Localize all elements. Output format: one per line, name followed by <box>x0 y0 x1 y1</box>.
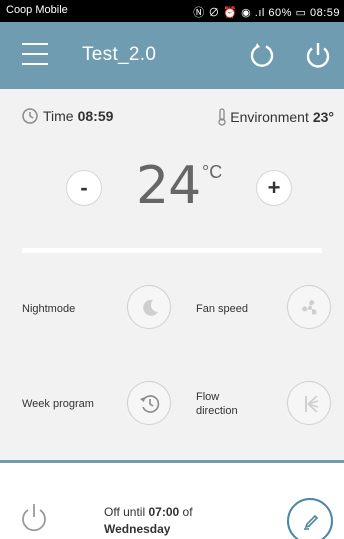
fan-icon <box>302 300 317 315</box>
power-icon[interactable] <box>303 40 333 70</box>
time-value: 08:59 <box>77 108 114 124</box>
schedule-status: Off until 07:00 of Wednesday <box>104 504 274 538</box>
flow-direction-button[interactable] <box>287 381 331 425</box>
off-day: Wednesday <box>104 522 171 536</box>
temperature-unit: °C <box>202 162 223 182</box>
setpoint-temperature: 24 <box>136 156 201 216</box>
environment-value: 23° <box>312 109 334 125</box>
week-program-button[interactable] <box>127 381 171 425</box>
status-bar: Coop Mobile Ⓝ ∅ ⏰ ◉ .ıl 60% ▭ 08:59 <box>0 0 344 22</box>
clock-icon <box>22 108 38 124</box>
device-title: Test_2.0 <box>82 44 157 65</box>
battery-icon: ▭ <box>295 7 307 19</box>
flow-direction-label: Flow direction <box>196 390 238 418</box>
refresh-icon[interactable] <box>247 40 277 70</box>
flow-direction-label-line2: direction <box>196 405 238 417</box>
flow-direction-icon <box>305 395 319 413</box>
battery-percent: 60% <box>268 7 292 19</box>
app-bar: Test_2.0 <box>0 22 344 89</box>
increase-temperature-button[interactable]: + <box>256 170 292 206</box>
status-indicator-icons: Ⓝ ∅ ⏰ ◉ .ıl <box>193 7 265 19</box>
environment-label: Environment <box>230 109 309 125</box>
off-of: of <box>182 505 193 519</box>
off-time: 07:00 <box>148 505 180 519</box>
moon-icon <box>143 299 158 316</box>
nightmode-button[interactable] <box>127 285 171 329</box>
week-program-icon <box>140 395 160 413</box>
week-program-label: Week program <box>22 398 94 410</box>
edit-schedule-button[interactable] <box>287 498 333 539</box>
decrease-temperature-button[interactable]: - <box>66 170 102 206</box>
fan-speed-label: Fan speed <box>196 303 248 315</box>
off-text: Off until <box>104 505 146 519</box>
status-time: 08:59 <box>309 7 340 19</box>
fan-speed-button[interactable] <box>287 285 331 329</box>
environment-temperature: Environment 23° <box>217 108 334 126</box>
current-time: Time 08:59 <box>22 108 113 124</box>
divider <box>22 248 322 253</box>
flow-direction-label-line1: Flow <box>196 391 220 403</box>
hamburger-menu-icon[interactable] <box>22 43 48 65</box>
time-label: Time <box>43 108 74 124</box>
nightmode-label: Nightmode <box>22 303 76 315</box>
status-icons: Ⓝ ∅ ⏰ ◉ .ıl 60% ▭ 08:59 <box>193 4 340 20</box>
minus-label: - <box>80 175 88 200</box>
plus-label: + <box>267 175 281 200</box>
footer-power-icon[interactable] <box>20 502 48 532</box>
pencil-icon <box>304 514 319 530</box>
thermometer-icon <box>218 108 226 126</box>
carrier-name: Coop Mobile <box>6 4 68 16</box>
